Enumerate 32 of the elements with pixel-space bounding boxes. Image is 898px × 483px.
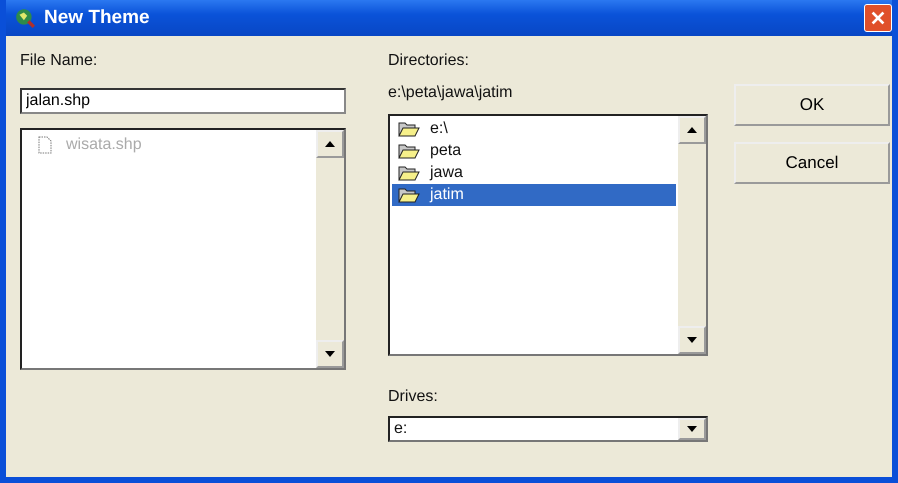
scrollbar[interactable] bbox=[316, 130, 344, 368]
directory-item[interactable]: peta bbox=[392, 140, 676, 162]
drives-label: Drives: bbox=[388, 387, 439, 407]
directory-item[interactable]: jawa bbox=[392, 162, 676, 184]
scroll-down-button[interactable] bbox=[678, 326, 706, 354]
window-title: New Theme bbox=[44, 7, 151, 29]
directories-label: Directories: bbox=[388, 51, 470, 71]
down-arrow-icon bbox=[687, 426, 697, 432]
dialog-button[interactable]: OK bbox=[734, 84, 890, 126]
file-icon bbox=[38, 136, 52, 154]
folder-icon bbox=[398, 121, 420, 137]
up-arrow-icon bbox=[325, 141, 335, 147]
scroll-up-button[interactable] bbox=[678, 116, 706, 144]
close-icon bbox=[869, 9, 887, 27]
up-arrow-icon bbox=[687, 127, 697, 133]
scrollbar[interactable] bbox=[678, 116, 706, 354]
scroll-down-button[interactable] bbox=[316, 340, 344, 368]
field-label: File Name: bbox=[20, 51, 98, 71]
current-path: e:\peta\jawa\jatim bbox=[388, 83, 514, 103]
down-arrow-icon bbox=[325, 351, 335, 357]
directory-list[interactable]: e:\ peta jawa jatim bbox=[388, 114, 708, 356]
down-arrow-icon bbox=[687, 337, 697, 343]
folder-icon bbox=[398, 143, 420, 159]
folder-icon bbox=[398, 187, 420, 203]
scroll-up-button[interactable] bbox=[316, 130, 344, 158]
directory-item[interactable]: e:\ bbox=[392, 118, 676, 140]
drives-dropdown[interactable]: e: bbox=[388, 416, 708, 442]
folder-icon bbox=[398, 165, 420, 181]
directory-item[interactable]: jatim bbox=[392, 184, 676, 206]
dialog-button[interactable]: Cancel bbox=[734, 142, 890, 184]
close-button[interactable] bbox=[864, 4, 892, 32]
dropdown-button[interactable] bbox=[678, 418, 706, 440]
